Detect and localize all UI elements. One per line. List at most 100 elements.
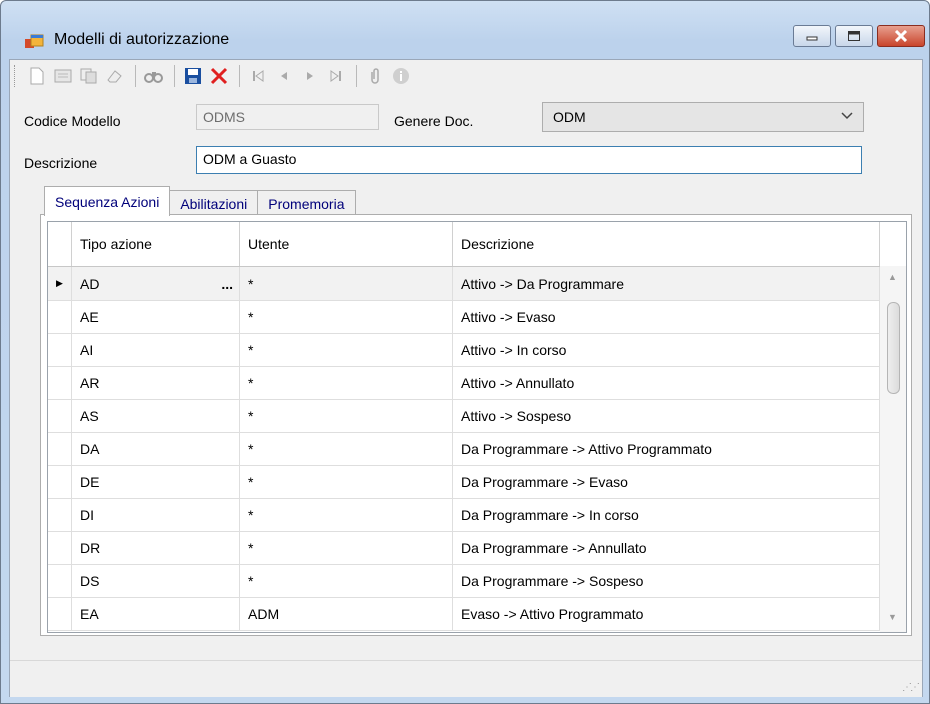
copy-icon[interactable] [77,64,101,88]
scroll-down-icon[interactable]: ▼ [888,612,897,622]
cell-utente[interactable]: * [240,432,453,465]
cell-utente[interactable]: * [240,498,453,531]
codice-modello-field[interactable]: ODMS [196,104,379,130]
table-row[interactable]: DR * Da Programmare -> Annullato [48,531,880,565]
azioni-grid[interactable]: Tipo azione Utente Descrizione ▶ AD... *… [47,221,907,633]
table-row[interactable]: DA * Da Programmare -> Attivo Programmat… [48,432,880,466]
toolbar-separator [239,65,240,87]
attach-icon[interactable] [363,64,387,88]
close-button[interactable] [877,25,925,47]
cell-utente[interactable]: * [240,465,453,498]
table-row[interactable]: AI * Attivo -> In corso [48,333,880,367]
cell-tipo[interactable]: AR [72,366,240,399]
cell-utente[interactable]: * [240,399,453,432]
cell-tipo[interactable]: EA [72,597,240,630]
row-header[interactable] [48,366,72,399]
tab-strip: Sequenza Azioni Abilitazioni Promemoria [44,186,356,216]
minimize-button[interactable] [793,25,831,47]
first-record-icon[interactable] [246,64,270,88]
table-row[interactable]: ▶ AD... * Attivo -> Da Programmare [48,267,880,301]
cell-descrizione[interactable]: Attivo -> Evaso [453,300,880,333]
table-row[interactable]: AR * Attivo -> Annullato [48,366,880,400]
last-record-icon[interactable] [324,64,348,88]
column-header-descrizione[interactable]: Descrizione [453,222,880,266]
cell-utente[interactable]: ADM [240,597,453,630]
ellipsis-button[interactable]: ... [221,276,233,292]
column-header-filler [880,222,906,266]
table-row[interactable]: DI * Da Programmare -> In corso [48,498,880,532]
cell-descrizione[interactable]: Da Programmare -> Attivo Programmato [453,432,880,465]
find-icon[interactable] [142,64,166,88]
scroll-up-icon[interactable]: ▲ [888,272,897,282]
window-title: Modelli di autorizzazione [54,31,230,48]
cell-utente[interactable]: * [240,300,453,333]
row-header[interactable] [48,300,72,333]
cell-tipo[interactable]: DS [72,564,240,597]
row-header-corner [48,222,72,266]
cell-utente[interactable]: * [240,564,453,597]
cell-descrizione[interactable]: Evaso -> Attivo Programmato [453,597,880,630]
cell-descrizione[interactable]: Da Programmare -> In corso [453,498,880,531]
toolbar-separator [356,65,357,87]
toolbar [10,60,922,92]
cell-descrizione[interactable]: Da Programmare -> Evaso [453,465,880,498]
maximize-button[interactable] [835,25,873,47]
tab-promemoria[interactable]: Promemoria [257,190,356,216]
tab-abilitazioni[interactable]: Abilitazioni [169,190,259,216]
genere-doc-label: Genere Doc. [394,113,474,129]
tab-panel: Tipo azione Utente Descrizione ▶ AD... *… [40,214,912,636]
row-header[interactable] [48,399,72,432]
client-area: Codice Modello ODMS Genere Doc. ODM Desc… [9,59,923,697]
row-header[interactable] [48,597,72,630]
cell-tipo[interactable]: AS [72,399,240,432]
toolbar-grip[interactable] [14,65,19,87]
cell-utente[interactable]: * [240,333,453,366]
cell-descrizione[interactable]: Attivo -> Sospeso [453,399,880,432]
descrizione-input[interactable]: ODM a Guasto [196,146,862,174]
cell-descrizione[interactable]: Attivo -> Da Programmare [453,267,880,300]
cell-descrizione[interactable]: Da Programmare -> Sospeso [453,564,880,597]
cell-descrizione[interactable]: Attivo -> Annullato [453,366,880,399]
cell-tipo[interactable]: DE [72,465,240,498]
cell-tipo[interactable]: DI [72,498,240,531]
cell-tipo[interactable]: DA [72,432,240,465]
table-row[interactable]: DE * Da Programmare -> Evaso [48,465,880,499]
row-header[interactable] [48,333,72,366]
table-row[interactable]: AS * Attivo -> Sospeso [48,399,880,433]
descrizione-label: Descrizione [24,155,98,171]
next-record-icon[interactable] [298,64,322,88]
row-header[interactable] [48,498,72,531]
delete-icon[interactable] [207,64,231,88]
print-preview-icon[interactable] [51,64,75,88]
info-icon[interactable] [389,64,413,88]
column-header-utente[interactable]: Utente [240,222,453,266]
grid-header: Tipo azione Utente Descrizione [48,222,906,267]
eraser-icon[interactable] [103,64,127,88]
cell-tipo[interactable]: AD... [72,267,240,300]
row-header[interactable] [48,432,72,465]
prev-record-icon[interactable] [272,64,296,88]
tab-sequenza-azioni[interactable]: Sequenza Azioni [44,186,171,216]
cell-tipo[interactable]: DR [72,531,240,564]
save-icon[interactable] [181,64,205,88]
cell-descrizione[interactable]: Da Programmare -> Annullato [453,531,880,564]
cell-utente[interactable]: * [240,531,453,564]
genere-doc-select[interactable]: ODM [542,102,864,132]
column-header-tipo[interactable]: Tipo azione [72,222,240,266]
row-header[interactable] [48,564,72,597]
app-window: Modelli di autorizzazione Codice Modello… [0,0,930,704]
row-header[interactable] [48,465,72,498]
resize-grip-icon[interactable]: ⋰⋰ [902,682,920,693]
cell-tipo[interactable]: AE [72,300,240,333]
cell-utente[interactable]: * [240,267,453,300]
cell-tipo[interactable]: AI [72,333,240,366]
cell-utente[interactable]: * [240,366,453,399]
table-row[interactable]: EA ADM Evaso -> Attivo Programmato [48,597,880,631]
cell-descrizione[interactable]: Attivo -> In corso [453,333,880,366]
table-row[interactable]: DS * Da Programmare -> Sospeso [48,564,880,598]
new-doc-icon[interactable] [25,64,49,88]
scrollbar-thumb[interactable] [887,302,900,394]
table-row[interactable]: AE * Attivo -> Evaso [48,300,880,334]
row-header[interactable] [48,531,72,564]
vertical-scrollbar[interactable]: ▲ ▼ [880,266,906,632]
